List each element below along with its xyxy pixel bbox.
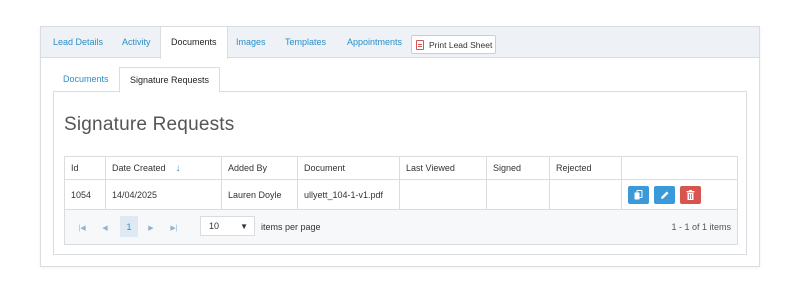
lead-card: Lead Details Activity Documents Images T…	[40, 26, 760, 267]
pdf-icon	[416, 39, 424, 50]
col-date-created[interactable]: Date Created ↓	[106, 157, 222, 179]
sort-descending-icon: ↓	[175, 162, 181, 174]
col-added-by-label: Added By	[228, 163, 268, 173]
col-date-created-label: Date Created	[112, 163, 166, 173]
caret-down-icon: ▼	[240, 222, 248, 231]
cell-document: ullyett_104-1-v1.pdf	[298, 180, 400, 209]
document-subtabs: Documents Signature Requests	[53, 67, 747, 93]
page-title: Signature Requests	[64, 114, 235, 135]
tab-images[interactable]: Images	[236, 27, 266, 58]
copy-button[interactable]	[628, 185, 649, 204]
cell-last-viewed	[400, 180, 487, 209]
col-added-by[interactable]: Added By	[222, 157, 298, 179]
prev-page-icon[interactable]: ◀	[96, 219, 114, 237]
next-page-icon[interactable]: ▶	[142, 219, 160, 237]
delete-icon	[686, 189, 695, 200]
col-signed-label: Signed	[493, 163, 522, 173]
grid-header: Id Date Created ↓ Added By Document Last…	[65, 157, 737, 180]
tab-documents[interactable]: Documents	[160, 27, 228, 59]
print-lead-sheet-label: Print Lead Sheet	[429, 39, 493, 50]
lead-tabs: Lead Details Activity Documents Images T…	[41, 27, 759, 59]
documents-panel: Documents Signature Requests Signature R…	[53, 67, 747, 255]
delete-button[interactable]	[680, 185, 701, 204]
pager-info: 1 - 1 of 1 items	[671, 222, 731, 232]
edit-icon	[660, 191, 668, 199]
cell-rejected	[550, 180, 622, 209]
table-row[interactable]: 1054 14/04/2025 Lauren Doyle ullyett_104…	[65, 180, 737, 210]
cell-signed	[487, 180, 550, 209]
col-id-label: Id	[71, 163, 79, 173]
cell-actions	[622, 180, 737, 209]
signature-requests-content: Signature Requests Id Date Created ↓ Add…	[53, 92, 747, 255]
col-document-label: Document	[304, 163, 346, 173]
tab-activity[interactable]: Activity	[122, 27, 151, 58]
col-rejected[interactable]: Rejected	[550, 157, 622, 179]
edit-button[interactable]	[654, 185, 675, 204]
copy-icon	[634, 189, 643, 199]
page-size-label: items per page	[261, 222, 321, 232]
subtab-signature-requests[interactable]: Signature Requests	[119, 67, 221, 93]
signature-requests-grid: Id Date Created ↓ Added By Document Last…	[64, 156, 738, 245]
cell-date-created: 14/04/2025	[106, 180, 222, 209]
tab-lead-details[interactable]: Lead Details	[53, 27, 103, 58]
col-id[interactable]: Id	[65, 157, 106, 179]
cell-id: 1054	[65, 180, 106, 209]
tab-appointments[interactable]: Appointments	[347, 27, 402, 58]
col-signed[interactable]: Signed	[487, 157, 550, 179]
current-page-button[interactable]: 1	[120, 216, 138, 237]
print-lead-sheet-button[interactable]: Print Lead Sheet	[411, 35, 496, 54]
col-document[interactable]: Document	[298, 157, 400, 179]
tab-templates[interactable]: Templates	[285, 27, 326, 58]
page-size-value: 10	[209, 221, 220, 231]
grid-pager: |◀ ◀ 1 ▶ ▶| 10 ▼ items per page 1 - 1 of…	[65, 210, 737, 244]
page-size-select[interactable]: 10 ▼	[200, 216, 255, 236]
col-last-viewed[interactable]: Last Viewed	[400, 157, 487, 179]
subtab-documents[interactable]: Documents	[63, 67, 109, 92]
col-actions	[622, 157, 737, 179]
last-page-icon[interactable]: ▶|	[165, 219, 183, 237]
col-last-viewed-label: Last Viewed	[406, 163, 455, 173]
cell-added-by: Lauren Doyle	[222, 180, 298, 209]
col-rejected-label: Rejected	[556, 163, 592, 173]
first-page-icon[interactable]: |◀	[73, 219, 91, 237]
